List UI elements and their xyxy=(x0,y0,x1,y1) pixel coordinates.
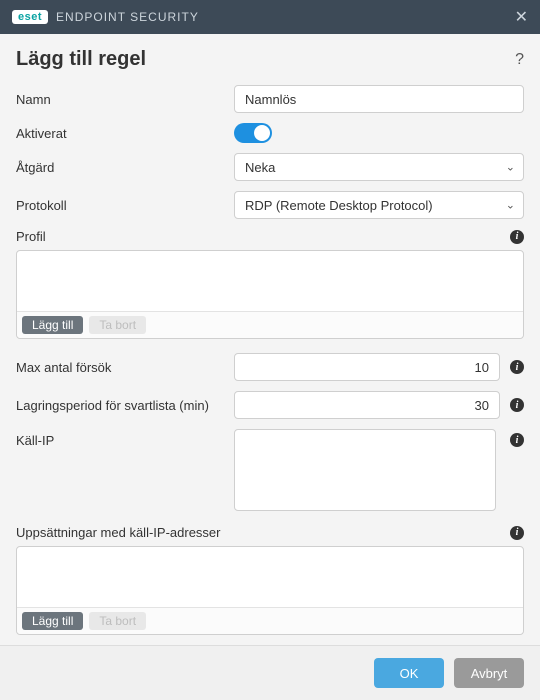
source-ip-sets-listbox: Lägg till Ta bort xyxy=(16,546,524,635)
product-name: ENDPOINT SECURITY xyxy=(56,10,515,24)
ok-button[interactable]: OK xyxy=(374,658,444,688)
name-input[interactable] xyxy=(234,85,524,113)
blacklist-period-input[interactable] xyxy=(234,391,500,419)
protocol-value: RDP (Remote Desktop Protocol) xyxy=(245,198,433,213)
protocol-select[interactable]: RDP (Remote Desktop Protocol) ⌄ xyxy=(234,191,524,219)
profile-listbox: Lägg till Ta bort xyxy=(16,250,524,339)
profile-add-button[interactable]: Lägg till xyxy=(22,316,83,334)
titlebar: eset ENDPOINT SECURITY ✕ xyxy=(0,0,540,34)
profile-list-area[interactable] xyxy=(17,251,523,311)
page-title: Lägg till regel xyxy=(16,48,515,71)
enabled-label: Aktiverat xyxy=(16,126,234,141)
info-icon[interactable]: i xyxy=(510,433,524,447)
source-ip-sets-label: Uppsättningar med käll-IP-adresser xyxy=(16,525,510,540)
chevron-down-icon: ⌄ xyxy=(506,161,515,174)
max-attempts-input[interactable] xyxy=(234,353,500,381)
source-ip-sets-remove-button: Ta bort xyxy=(89,612,146,630)
enabled-toggle[interactable] xyxy=(234,123,272,143)
info-icon[interactable]: i xyxy=(510,398,524,412)
name-label: Namn xyxy=(16,92,234,107)
close-icon[interactable]: ✕ xyxy=(515,7,528,27)
action-value: Neka xyxy=(245,160,275,175)
chevron-down-icon: ⌄ xyxy=(506,199,515,212)
action-select[interactable]: Neka ⌄ xyxy=(234,153,524,181)
action-label: Åtgärd xyxy=(16,160,234,175)
brand-logo: eset xyxy=(12,10,48,24)
source-ip-sets-add-button[interactable]: Lägg till xyxy=(22,612,83,630)
help-icon[interactable]: ? xyxy=(515,51,524,69)
info-icon[interactable]: i xyxy=(510,230,524,244)
protocol-label: Protokoll xyxy=(16,198,234,213)
source-ip-textarea[interactable] xyxy=(234,429,496,511)
cancel-button[interactable]: Avbryt xyxy=(454,658,524,688)
source-ip-label: Käll-IP xyxy=(16,429,234,448)
source-ip-sets-area[interactable] xyxy=(17,547,523,607)
footer-bar: OK Avbryt xyxy=(0,645,540,700)
profile-remove-button: Ta bort xyxy=(89,316,146,334)
max-attempts-label: Max antal försök xyxy=(16,360,234,375)
blacklist-period-label: Lagringsperiod för svartlista (min) xyxy=(16,398,234,413)
info-icon[interactable]: i xyxy=(510,526,524,540)
profile-label: Profil xyxy=(16,229,510,244)
info-icon[interactable]: i xyxy=(510,360,524,374)
toggle-knob xyxy=(254,125,270,141)
